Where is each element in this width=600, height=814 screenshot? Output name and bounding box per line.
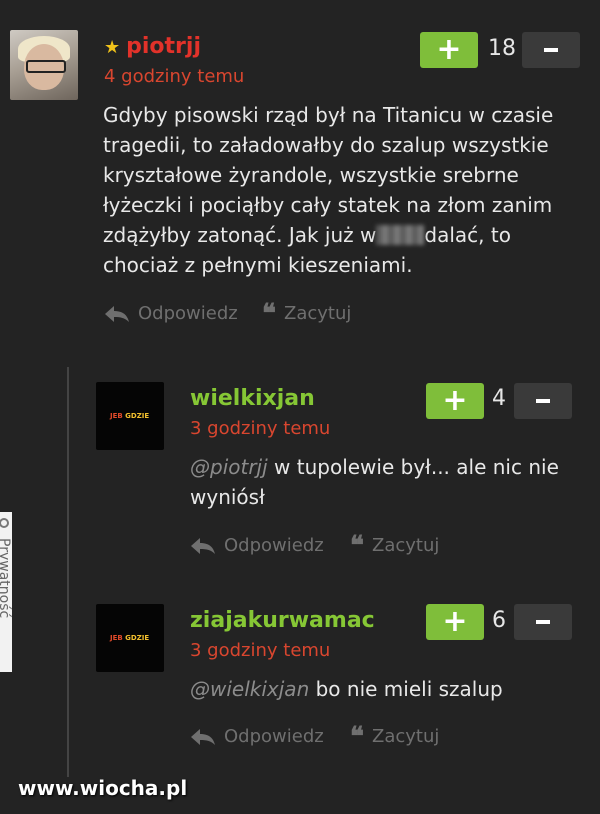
reply-button[interactable]: Odpowiedz (190, 535, 324, 556)
quote-button[interactable]: ❝ Zacytuj (262, 298, 352, 329)
quote-label: Zacytuj (372, 726, 440, 747)
line-part: bo nie mieli szalup (309, 677, 503, 701)
downvote-button[interactable] (522, 32, 580, 68)
avatar[interactable]: JEB GDZIE (96, 604, 164, 672)
line-part: w tupolewie był... ale nic nie (267, 455, 559, 479)
logo-text: GDZIE (125, 412, 150, 420)
comment-line: @piotrjj w tupolewie był... ale nic nie (190, 452, 580, 482)
reply-label: Odpowiedz (224, 726, 324, 747)
comment-username[interactable]: ziajakurwamac (190, 608, 375, 633)
avatar-logo: JEB GDZIE (110, 634, 149, 642)
thread-line (67, 367, 69, 777)
reply-button[interactable]: Odpowiedz (190, 726, 324, 747)
upvote-button[interactable]: + (426, 383, 484, 419)
comment-time: 4 godziny temu (104, 66, 245, 87)
line-part: dalać, to (424, 223, 511, 247)
reply-icon (191, 728, 215, 745)
gear-icon (0, 518, 9, 528)
comment-line: @wielkixjan bo nie mieli szalup (190, 674, 580, 704)
star-icon: ★ (104, 37, 121, 58)
downvote-button[interactable] (514, 604, 572, 640)
censored-blur (376, 225, 425, 245)
vote-count: 4 (492, 386, 506, 411)
avatar[interactable]: JEB GDZIE (96, 382, 164, 450)
comment-line: chociaż z pełnymi kieszeniami. (103, 253, 413, 277)
minus-icon (536, 620, 550, 624)
avatar-glasses (26, 60, 66, 73)
watermark: www.wiocha.pl (18, 776, 188, 800)
username-text[interactable]: piotrjj (126, 34, 201, 59)
quote-label: Zacytuj (284, 303, 352, 324)
upvote-button[interactable]: + (420, 32, 478, 68)
downvote-button[interactable] (514, 383, 572, 419)
quote-icon: ❝ (350, 530, 364, 561)
comment-line: zdążyłby zatonąć. Jak już w dalać, to (103, 220, 573, 250)
line-part: zdążyłby zatonąć. Jak już w (103, 223, 377, 247)
logo-text: GDZIE (125, 634, 150, 642)
vote-count: 6 (492, 608, 506, 633)
minus-icon (536, 399, 550, 403)
comment-line: Gdyby pisowski rząd był na Titanicu w cz… (103, 103, 554, 127)
vote-count: 18 (488, 36, 516, 61)
reply-icon (191, 537, 215, 554)
avatar-logo: JEB GDZIE (110, 412, 149, 420)
comment-time: 3 godziny temu (190, 418, 331, 439)
comment-line: łyżeczki i pociąłby cały statek na złom … (103, 193, 553, 217)
privacy-tab-label: Prywatność (0, 538, 12, 619)
quote-button[interactable]: ❝ Zacytuj (350, 530, 440, 561)
mention-link[interactable]: @wielkixjan (190, 677, 309, 701)
privacy-tab[interactable]: Prywatność (0, 512, 12, 672)
quote-icon: ❝ (262, 298, 276, 329)
reply-button[interactable]: Odpowiedz (104, 303, 238, 324)
reply-label: Odpowiedz (224, 535, 324, 556)
quote-label: Zacytuj (372, 535, 440, 556)
reply-icon (105, 305, 129, 322)
comment-username[interactable]: wielkixjan (190, 386, 315, 411)
minus-icon (544, 48, 558, 52)
comment-line: kryształowe żyrandole, wszystkie srebrne (103, 163, 519, 187)
comment-body: Gdyby pisowski rząd był na Titanicu w cz… (103, 100, 573, 280)
upvote-button[interactable]: + (426, 604, 484, 640)
comment-time: 3 godziny temu (190, 640, 331, 661)
mention-link[interactable]: @piotrjj (190, 455, 268, 479)
reply-label: Odpowiedz (138, 303, 238, 324)
avatar[interactable] (10, 30, 78, 100)
comment-username[interactable]: ★ piotrjj (104, 34, 201, 59)
quote-icon: ❝ (350, 721, 364, 752)
comment-body: @piotrjj w tupolewie był... ale nic nie … (190, 452, 580, 512)
logo-text: JEB (110, 634, 123, 642)
comment-body: @wielkixjan bo nie mieli szalup (190, 674, 580, 704)
comment-line: wyniósł (190, 485, 265, 509)
logo-text: JEB (110, 412, 123, 420)
comment-line: tragedii, to załadowałby do szalup wszys… (103, 133, 549, 157)
quote-button[interactable]: ❝ Zacytuj (350, 721, 440, 752)
